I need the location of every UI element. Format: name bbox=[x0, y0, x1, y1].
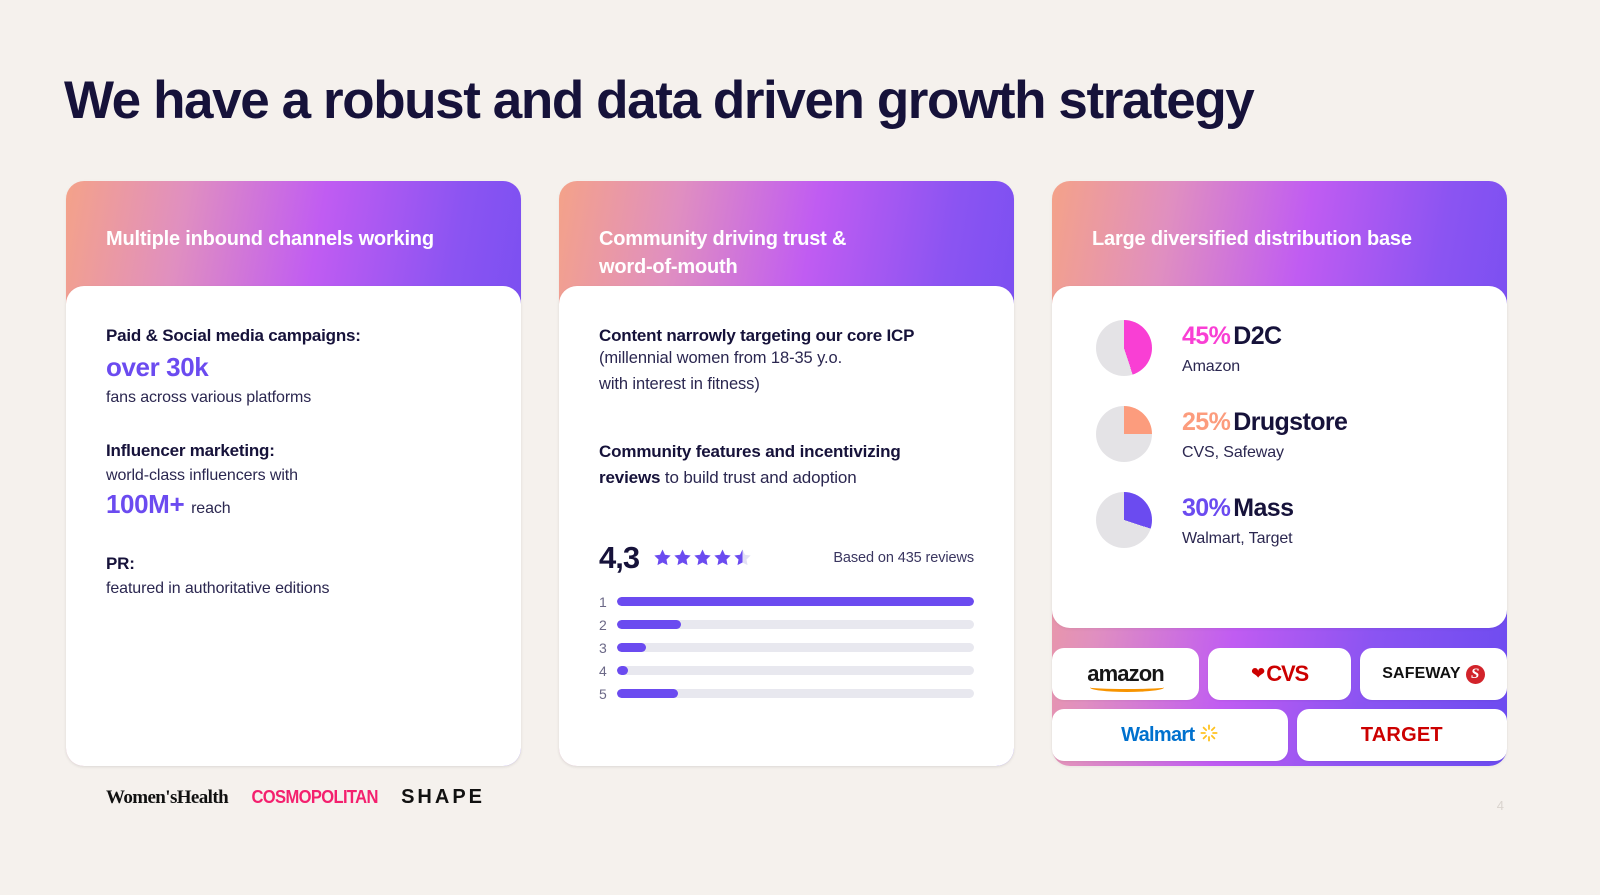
safeway-logo-text: SAFEWAY bbox=[1382, 665, 1461, 682]
walmart-logo-text: Walmart bbox=[1121, 723, 1195, 746]
block-subtext: to build trust and adoption bbox=[660, 468, 857, 488]
histogram-row: 3 bbox=[599, 640, 974, 656]
slide: We have a robust and data driven growth … bbox=[0, 0, 1600, 895]
star-icon bbox=[674, 549, 691, 566]
histogram-fill bbox=[617, 689, 678, 699]
shape-logo: SHAPE bbox=[401, 786, 485, 808]
distribution-list: 45% D2C Amazon 25% Drugstore CVS, Safeway bbox=[1052, 286, 1507, 548]
block-subtext-line1: (millennial women from 18-35 y.o. bbox=[599, 349, 843, 367]
block-heading-line2: reviews bbox=[599, 468, 661, 488]
distribution-percent: 25% bbox=[1182, 408, 1231, 436]
block-heading: Paid & Social media campaigns: bbox=[106, 326, 361, 345]
block-heading-line1: Community features and incentivizing bbox=[599, 442, 901, 462]
block-content-targeting: Content narrowly targeting our core ICP … bbox=[599, 326, 974, 397]
distribution-percent: 45% bbox=[1182, 322, 1231, 350]
cvs-logo-text: CVS bbox=[1266, 661, 1309, 686]
rating-score: 4,3 bbox=[599, 539, 640, 575]
press-logo-row: Women'sHealth COSMOPOLITAN SHAPE bbox=[106, 786, 485, 809]
star-icon bbox=[694, 549, 711, 566]
histogram-track bbox=[617, 597, 974, 607]
cosmopolitan-logo: COSMOPOLITAN bbox=[251, 787, 378, 807]
block-subtext: world-class influencers with bbox=[106, 467, 298, 484]
card-body: Content narrowly targeting our core ICP … bbox=[559, 286, 1014, 766]
histogram-row: 5 bbox=[599, 686, 974, 702]
logo-tile-cvs[interactable]: ❤ CVS bbox=[1208, 648, 1351, 700]
card-header-title: Multiple inbound channels working bbox=[106, 228, 434, 250]
distribution-sublabel: CVS, Safeway bbox=[1182, 444, 1284, 461]
block-influencer: Influencer marketing: world-class influe… bbox=[106, 441, 481, 520]
target-logo-text: TARGET bbox=[1360, 723, 1443, 746]
pie-chart-drugstore bbox=[1096, 406, 1152, 462]
card-community-trust: Community driving trust & word-of-mouth … bbox=[559, 181, 1014, 766]
retail-logo-grid: amazon ❤ CVS SAFEWAY S Walmart TARGET bbox=[1052, 648, 1507, 770]
block-subtext: featured in authoritative editions bbox=[106, 580, 330, 597]
histogram-row-label: 4 bbox=[599, 662, 607, 679]
logo-tile-target[interactable]: TARGET bbox=[1296, 709, 1507, 761]
block-subtext: fans across various platforms bbox=[106, 389, 312, 406]
histogram-row: 2 bbox=[599, 617, 974, 633]
rating-summary: 4,3 Based on 435 reviews bbox=[599, 540, 974, 576]
block-metric-value: 100M+ bbox=[106, 489, 185, 519]
distribution-row: 30% Mass Walmart, Target bbox=[1096, 492, 1477, 548]
block-heading: Content narrowly targeting our core ICP bbox=[599, 326, 915, 345]
rating-histogram: 1 2 3 4 5 bbox=[599, 594, 974, 702]
safeway-s-icon: S bbox=[1465, 664, 1485, 684]
logo-tile-walmart[interactable]: Walmart bbox=[1052, 709, 1288, 761]
histogram-row-label: 3 bbox=[599, 639, 607, 656]
block-pr: PR: featured in authoritative editions bbox=[106, 554, 481, 598]
block-community-features: Community features and incentivizing rev… bbox=[599, 439, 974, 492]
star-rating bbox=[653, 548, 752, 567]
card-body: Paid & Social media campaigns: over 30k … bbox=[66, 286, 521, 808]
distribution-label: D2C bbox=[1233, 322, 1282, 350]
histogram-row-label: 5 bbox=[599, 685, 607, 702]
page-title: We have a robust and data driven growth … bbox=[64, 71, 1255, 130]
card-header-title: Large diversified distribution base bbox=[1092, 228, 1412, 250]
distribution-sublabel: Walmart, Target bbox=[1182, 530, 1293, 547]
distribution-percent: 30% bbox=[1182, 494, 1231, 522]
heart-icon: ❤ bbox=[1251, 664, 1266, 683]
histogram-row-label: 2 bbox=[599, 616, 607, 633]
pie-chart-mass bbox=[1096, 492, 1152, 548]
histogram-track bbox=[617, 643, 974, 653]
star-half-icon bbox=[734, 549, 751, 566]
distribution-row: 45% D2C Amazon bbox=[1096, 320, 1477, 376]
distribution-row: 25% Drugstore CVS, Safeway bbox=[1096, 406, 1477, 462]
block-heading: Influencer marketing: bbox=[106, 441, 275, 460]
histogram-row-label: 1 bbox=[599, 593, 607, 610]
distribution-sublabel: Amazon bbox=[1182, 358, 1241, 375]
womens-health-logo: Women'sHealth bbox=[106, 786, 229, 808]
logo-tile-amazon[interactable]: amazon bbox=[1052, 648, 1200, 700]
card-body: 45% D2C Amazon 25% Drugstore CVS, Safeway bbox=[1052, 286, 1507, 628]
distribution-label: Mass bbox=[1233, 494, 1294, 522]
histogram-fill bbox=[617, 620, 682, 630]
walmart-spark-icon bbox=[1200, 723, 1218, 747]
card-header-title: Community driving trust & word-of-mouth bbox=[599, 228, 847, 279]
review-count-label: Based on 435 reviews bbox=[833, 549, 974, 566]
histogram-track bbox=[617, 689, 974, 699]
histogram-row: 4 bbox=[599, 663, 974, 679]
histogram-fill bbox=[617, 666, 628, 676]
card-inbound-channels: Multiple inbound channels working Paid &… bbox=[66, 181, 521, 808]
histogram-fill bbox=[617, 643, 646, 653]
block-heading: PR: bbox=[106, 554, 135, 573]
histogram-track bbox=[617, 620, 974, 630]
histogram-row: 1 bbox=[599, 594, 974, 610]
block-metric: over 30k bbox=[106, 352, 209, 382]
histogram-fill bbox=[617, 597, 974, 607]
star-icon bbox=[714, 549, 731, 566]
distribution-label: Drugstore bbox=[1233, 408, 1348, 436]
page-number: 4 bbox=[1496, 798, 1504, 813]
block-metric: 100M+ reach bbox=[106, 489, 481, 520]
star-icon bbox=[654, 549, 671, 566]
histogram-track bbox=[617, 666, 974, 676]
pie-chart-d2c bbox=[1096, 320, 1152, 376]
amazon-swoosh-icon bbox=[1090, 683, 1164, 692]
block-metric-suffix: reach bbox=[191, 500, 231, 517]
block-subtext-line2: with interest in fitness) bbox=[599, 374, 760, 393]
block-paid-social: Paid & Social media campaigns: over 30k … bbox=[106, 326, 481, 407]
logo-tile-safeway[interactable]: SAFEWAY S bbox=[1359, 648, 1507, 700]
